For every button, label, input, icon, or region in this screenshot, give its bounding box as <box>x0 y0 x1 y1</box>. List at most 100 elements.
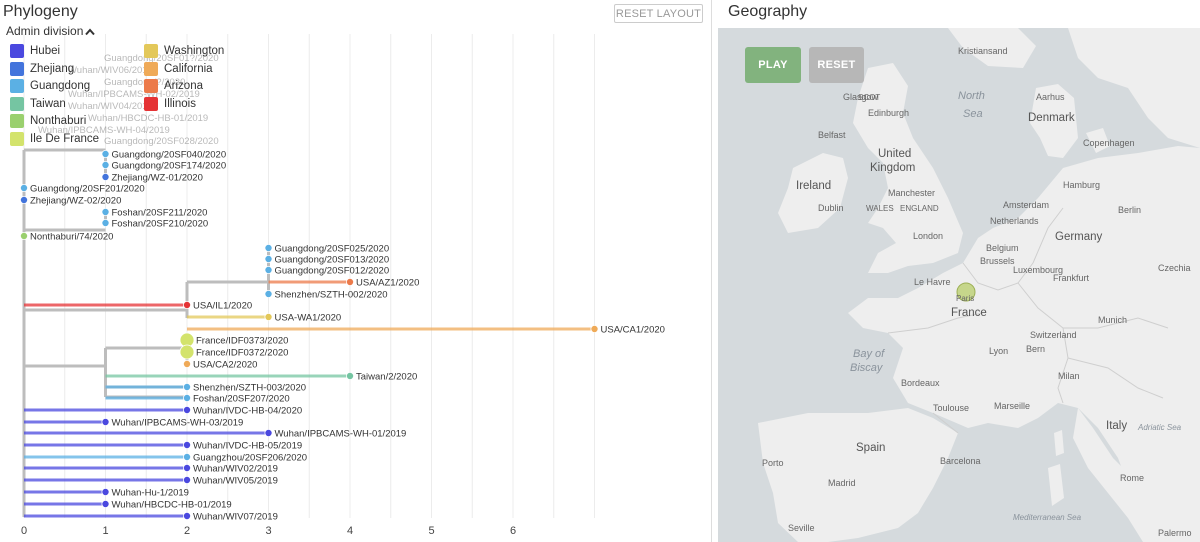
map-label-kingdom: Kingdom <box>870 162 916 174</box>
tip-label[interactable]: Wuhan/IVDC-HB-04/2020 <box>193 406 302 417</box>
tip-label[interactable]: Zhejiang/WZ-02/2020 <box>30 196 121 207</box>
legend-label: Arizona <box>164 80 203 92</box>
tip-label[interactable]: Wuhan/HBCDC-HB-01/2019 <box>112 500 232 511</box>
tip-label[interactable]: Wuhan/IVDC-HB-05/2019 <box>193 441 302 452</box>
tip-marker[interactable] <box>264 312 273 321</box>
tip-label[interactable]: USA/CA1/2020 <box>601 325 665 336</box>
map-label-united: United <box>878 148 912 160</box>
legend-item[interactable]: Ile De France <box>10 131 100 146</box>
tip-marker[interactable] <box>182 382 191 391</box>
faded-tip-label: Wuhan/WIV04/2019 <box>68 101 153 112</box>
tip-label[interactable]: USA/IL1/2020 <box>193 301 252 312</box>
map-label-manchester: Manchester <box>888 188 936 198</box>
tip-label[interactable]: Wuhan/WIV07/2019 <box>193 512 278 523</box>
reset-layout-button[interactable]: RESET LAYOUT <box>614 4 703 23</box>
tip-marker[interactable] <box>264 428 273 437</box>
tip-marker[interactable] <box>182 512 191 521</box>
map-label-bay-of: Bay of <box>853 348 885 360</box>
tip-marker[interactable] <box>101 417 110 426</box>
tip-label[interactable]: USA/AZ1/2020 <box>356 278 419 289</box>
tip-marker[interactable] <box>19 231 28 240</box>
tip-label[interactable]: Foshan/20SF207/2020 <box>193 394 290 405</box>
map-label-palermo: Palermo <box>1158 528 1192 538</box>
tip-marker[interactable] <box>19 195 28 204</box>
tip-marker[interactable] <box>179 344 195 360</box>
tip-marker[interactable] <box>345 371 354 380</box>
legend-item[interactable]: Washington <box>144 44 224 58</box>
axis-tick-label: 0 <box>21 525 27 537</box>
legend-item[interactable]: Zhejiang <box>10 61 75 76</box>
tip-marker[interactable] <box>101 149 110 158</box>
legend-item[interactable]: Taiwan <box>10 96 66 111</box>
play-button[interactable]: PLAY <box>745 47 801 83</box>
map-label-italy: Italy <box>1106 420 1128 432</box>
tip-label[interactable]: Shenzhen/SZTH-003/2020 <box>193 383 306 394</box>
tip-marker[interactable] <box>590 324 599 333</box>
map-label-copenhagen: Copenhagen <box>1083 138 1135 148</box>
tip-label[interactable]: Taiwan/2/2020 <box>356 372 417 383</box>
tip-marker[interactable] <box>101 487 110 496</box>
color-by-label[interactable]: Admin division <box>6 24 83 38</box>
tip-label[interactable]: Guangdong/20SF012/2020 <box>275 266 390 277</box>
map-label-netherlands: Netherlands <box>990 216 1039 226</box>
legend-item[interactable]: Arizona <box>144 79 203 93</box>
tip-marker[interactable] <box>182 405 191 414</box>
tip-marker[interactable] <box>101 160 110 169</box>
tip-label[interactable]: Zhejiang/WZ-01/2020 <box>112 173 203 184</box>
tip-marker[interactable] <box>182 300 191 309</box>
legend-label: California <box>164 62 213 75</box>
legend-item[interactable]: Hubei <box>10 44 60 58</box>
tip-marker[interactable] <box>101 207 110 216</box>
map-label-berlin: Berlin <box>1118 205 1142 215</box>
tip-marker[interactable] <box>101 172 110 181</box>
tip-label[interactable]: USA/CA2/2020 <box>193 360 257 371</box>
legend-label: Zhejiang <box>30 62 75 75</box>
tip-label[interactable]: Nonthaburi/74/2020 <box>30 232 113 243</box>
tip-label[interactable]: Wuhan/WIV02/2019 <box>193 464 278 475</box>
tip-label[interactable]: USA-WA1/2020 <box>275 313 342 324</box>
tip-label[interactable]: Foshan/20SF211/2020 <box>112 208 208 219</box>
tip-label[interactable]: Guangdong/20SF040/2020 <box>112 150 227 161</box>
tip-marker[interactable] <box>101 499 110 508</box>
tip-marker[interactable] <box>101 218 110 227</box>
tip-label[interactable]: Guangdong/20SF025/2020 <box>275 244 390 255</box>
tip-marker[interactable] <box>264 289 273 298</box>
tip-marker[interactable] <box>264 254 273 263</box>
tip-marker[interactable] <box>19 183 28 192</box>
tip-marker[interactable] <box>182 463 191 472</box>
tip-marker[interactable] <box>182 452 191 461</box>
legend-item[interactable]: California <box>144 61 213 76</box>
tip-marker[interactable] <box>182 393 191 402</box>
legend-item[interactable]: Illinois <box>144 96 196 111</box>
map-label-bern: Bern <box>1026 344 1046 354</box>
tip-marker[interactable] <box>182 440 191 449</box>
map-label-edinburgh: Edinburgh <box>868 108 910 118</box>
tip-label[interactable]: Wuhan/WIV05/2019 <box>193 476 278 487</box>
faded-tip-label: Guangdong/20SF028/2020 <box>104 136 219 147</box>
tip-label[interactable]: Shenzhen/SZTH-002/2020 <box>275 290 388 301</box>
tip-label[interactable]: Wuhan-Hu-1/2019 <box>112 488 189 499</box>
map[interactable]: North Sea Bay of Biscay Adriatic Sea Med… <box>718 28 1200 542</box>
legend-item[interactable]: Nonthaburi <box>10 114 86 128</box>
tip-label[interactable]: Wuhan/IPBCAMS-WH-03/2019 <box>112 418 244 429</box>
tip-marker[interactable] <box>264 265 273 274</box>
chevron-up-icon[interactable] <box>84 27 96 37</box>
tip-label[interactable]: Foshan/20SF210/2020 <box>112 219 209 230</box>
tip-label[interactable]: Guangdong/20SF174/2020 <box>112 161 227 172</box>
tip-marker[interactable] <box>264 243 273 252</box>
tip-label[interactable]: Wuhan/IPBCAMS-WH-01/2019 <box>275 429 407 440</box>
tip-marker[interactable] <box>182 359 191 368</box>
legend-label: Ile De France <box>30 132 100 145</box>
tip-label[interactable]: France/IDF0373/2020 <box>196 336 288 347</box>
map-label-denmark: Denmark <box>1028 112 1075 124</box>
axis-tick-label: 5 <box>428 525 434 537</box>
map-label-hamburg: Hamburg <box>1063 180 1101 190</box>
legend-item[interactable]: Guangdong <box>10 79 90 93</box>
tip-marker[interactable] <box>182 475 191 484</box>
reset-button[interactable]: RESET <box>809 47 864 83</box>
tip-label[interactable]: Guangzhou/20SF206/2020 <box>193 453 307 464</box>
tip-label[interactable]: Guangdong/20SF201/2020 <box>30 184 145 195</box>
tip-marker[interactable] <box>345 277 354 286</box>
tip-label[interactable]: France/IDF0372/2020 <box>196 348 288 359</box>
tip-label[interactable]: Guangdong/20SF013/2020 <box>275 255 390 266</box>
